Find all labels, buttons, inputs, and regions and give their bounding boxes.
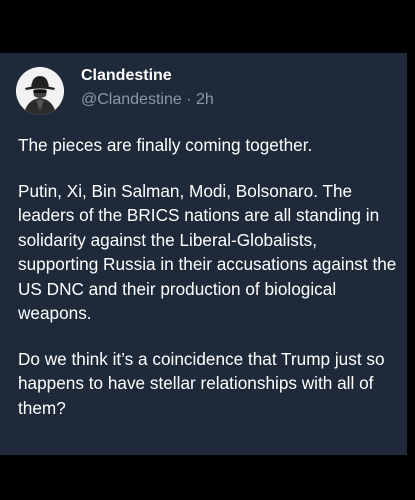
post-paragraph: Do we think it’s a coincidence that Trum… bbox=[18, 348, 385, 418]
screen-background: Clandestine @Clandestine · 2h The pieces… bbox=[0, 0, 415, 500]
post-card[interactable]: Clandestine @Clandestine · 2h The pieces… bbox=[0, 53, 407, 455]
post-paragraph: Putin, Xi, Bin Salman, Modi, Bolsonaro. … bbox=[18, 180, 397, 324]
author-handle[interactable]: @Clandestine bbox=[81, 91, 182, 108]
author-display-name[interactable]: Clandestine bbox=[81, 67, 172, 85]
post-body: The pieces are finally coming together. … bbox=[18, 133, 401, 441]
meta-separator: · bbox=[186, 91, 192, 108]
post-timestamp[interactable]: 2h bbox=[196, 91, 214, 108]
avatar[interactable] bbox=[16, 67, 64, 115]
author-meta: @Clandestine · 2h bbox=[81, 91, 214, 109]
spy-figure-icon bbox=[16, 67, 64, 115]
post-paragraph: The pieces are finally coming together. bbox=[18, 135, 313, 155]
